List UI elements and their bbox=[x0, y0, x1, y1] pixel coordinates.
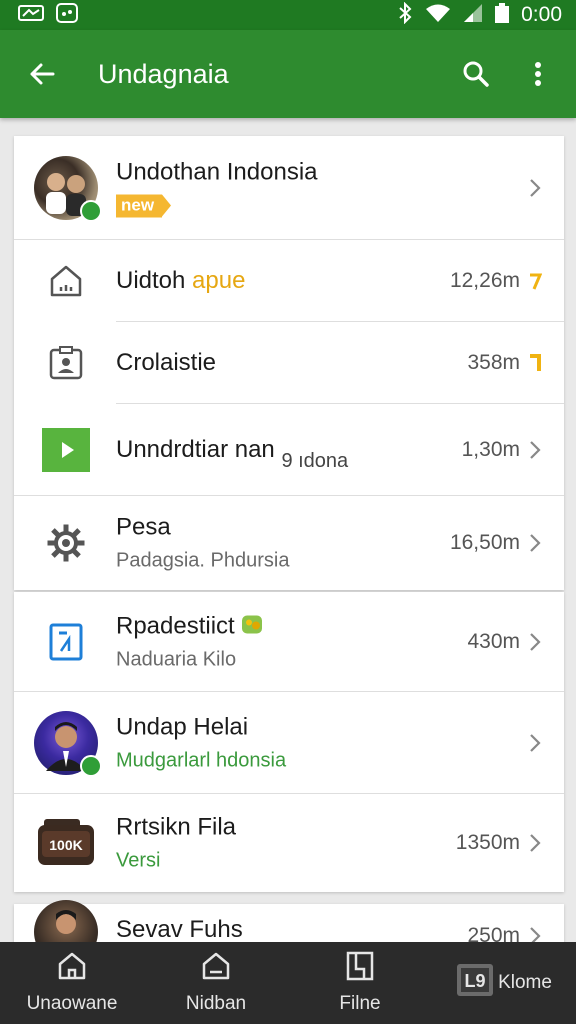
box-100k-label: 100K bbox=[49, 837, 82, 853]
status-bar: 0:00 bbox=[0, 0, 576, 30]
new-badge: new bbox=[116, 194, 172, 218]
nav-label: Filne bbox=[339, 993, 381, 1014]
list-item-size: 1,30m bbox=[461, 438, 520, 461]
list-item-title: Rrtsikn Fila bbox=[116, 813, 237, 841]
list-item-subtitle: Padagsia. Phdursia bbox=[116, 549, 290, 572]
list-item[interactable]: Crolaistie 358m bbox=[14, 322, 564, 404]
nav-item-nidban[interactable]: Nidban bbox=[144, 942, 288, 1024]
list-item-subtitle: Mudgarlarl hdonsia bbox=[116, 749, 287, 772]
wifi-icon bbox=[425, 3, 451, 28]
list-item-title: Unndrdtiar nan bbox=[116, 436, 275, 463]
home-icon bbox=[201, 951, 231, 987]
yellow-mark-icon bbox=[530, 273, 542, 290]
chevron-right-icon bbox=[530, 179, 541, 197]
avatar-icon bbox=[34, 711, 102, 777]
list-item-title: Crolaistie bbox=[116, 349, 217, 376]
signal-icon bbox=[463, 3, 483, 28]
page-title: Undagnaia bbox=[98, 58, 229, 89]
list-item[interactable]: Unndrdtiar nan 9 ıdona 1,30m bbox=[14, 404, 564, 496]
list-item[interactable]: 100K Rrtsikn Fila Versi 1350m bbox=[14, 794, 564, 892]
list-item-size: 358m bbox=[467, 351, 520, 374]
list-item-title: Pesa bbox=[116, 513, 171, 541]
nav-label: Unaowane bbox=[26, 993, 118, 1014]
document-icon bbox=[34, 610, 98, 674]
box-100k-icon: 100K bbox=[34, 811, 98, 875]
back-arrow-icon[interactable] bbox=[18, 50, 66, 98]
online-dot-icon bbox=[80, 755, 102, 777]
emoji-icon bbox=[241, 613, 263, 640]
file-icon bbox=[346, 951, 374, 987]
avatar-icon bbox=[34, 156, 102, 222]
nav-label: Nidban bbox=[185, 993, 247, 1014]
list-item-title: Rpadestiict bbox=[116, 612, 235, 640]
list-item-size: 16,50m bbox=[449, 531, 520, 554]
home-icon bbox=[34, 249, 98, 313]
app-icon bbox=[56, 2, 78, 28]
battery-icon bbox=[495, 2, 510, 28]
svg-text:L9: L9 bbox=[465, 971, 486, 991]
list-item-title: Undothan Indonsia bbox=[116, 158, 318, 186]
list-item-title: Uidtoh bbox=[116, 267, 186, 294]
bottom-navigation: Unaowane Nidban Filne L9 Klome bbox=[0, 942, 576, 1024]
list-item[interactable]: Uidtoh apue 12,26m bbox=[14, 240, 564, 322]
nav-item-unaowane[interactable]: Unaowane bbox=[0, 942, 144, 1024]
chevron-right-icon bbox=[530, 734, 541, 752]
yellow-bracket-icon bbox=[530, 354, 541, 371]
notification-icon bbox=[18, 4, 44, 27]
play-icon bbox=[34, 418, 98, 482]
online-dot-icon bbox=[80, 200, 102, 222]
search-icon[interactable] bbox=[452, 50, 500, 98]
status-time: 0:00 bbox=[521, 3, 562, 26]
list-item-title: Sevav Fuhs bbox=[116, 916, 243, 943]
chevron-right-icon bbox=[530, 534, 541, 552]
nav-item-klome[interactable]: L9 Klome bbox=[432, 942, 576, 1024]
list-item-size: 12,26m bbox=[449, 269, 520, 292]
list-card: Rpadestiict Naduaria Kilo 430m Undap Hel… bbox=[14, 592, 564, 892]
nav-item-filne[interactable]: Filne bbox=[288, 942, 432, 1024]
bluetooth-icon bbox=[397, 1, 413, 29]
list-item-subtitle: Versi bbox=[116, 849, 161, 872]
app-bar: Undagnaia bbox=[0, 30, 576, 118]
list-item-size: 1350m bbox=[455, 831, 520, 854]
list-item-subtitle: Naduaria Kilo bbox=[116, 648, 237, 671]
chevron-right-icon bbox=[530, 834, 541, 852]
list-card: Undothan Indonsia new Uidtoh apue 12,26m bbox=[14, 136, 564, 590]
contact-card-icon bbox=[34, 331, 98, 395]
list-item-size: 430m bbox=[467, 630, 520, 653]
list-item-header[interactable]: Undothan Indonsia new bbox=[14, 136, 564, 240]
more-vert-icon[interactable] bbox=[514, 50, 562, 98]
list-item[interactable]: Rpadestiict Naduaria Kilo 430m bbox=[14, 592, 564, 692]
list-item[interactable]: Undap Helai Mudgarlarl hdonsia bbox=[14, 692, 564, 794]
list-item-title-small: 9 ıdona bbox=[281, 450, 349, 472]
gear-icon bbox=[34, 511, 98, 575]
chevron-right-icon bbox=[530, 633, 541, 651]
nav-label: Klome bbox=[498, 972, 552, 993]
list-item[interactable]: Pesa Padagsia. Phdursia 16,50m bbox=[14, 496, 564, 590]
list-item-title: Undap Helai bbox=[116, 713, 249, 741]
gallery-icon: L9 bbox=[456, 963, 494, 1003]
chevron-right-icon bbox=[530, 441, 541, 459]
home-icon bbox=[57, 951, 87, 987]
list-item-title-accent: apue bbox=[192, 267, 246, 294]
